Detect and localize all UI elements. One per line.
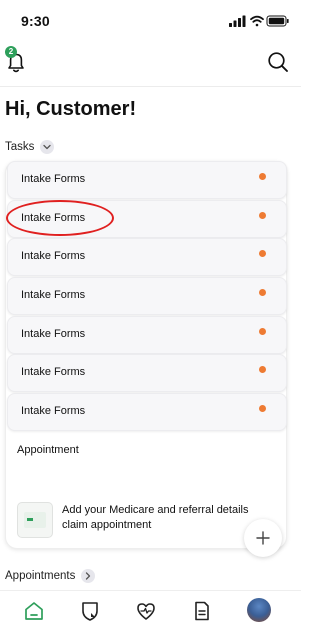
task-label: Intake Forms bbox=[21, 366, 86, 378]
tasks-label: Tasks bbox=[5, 141, 35, 153]
task-row[interactable]: Intake Forms bbox=[7, 277, 287, 315]
task-label: Intake Forms bbox=[21, 212, 86, 224]
appointment-title: Appointment bbox=[17, 444, 79, 456]
tasks-header[interactable]: Tasks bbox=[5, 139, 55, 155]
task-row[interactable]: Intake Forms bbox=[7, 354, 287, 392]
task-label: Intake Forms bbox=[21, 173, 86, 185]
status-dot bbox=[259, 250, 266, 257]
plus-icon bbox=[256, 531, 270, 545]
heart-pulse-icon[interactable] bbox=[135, 600, 157, 622]
task-label: Intake Forms bbox=[21, 289, 86, 301]
status-dot bbox=[259, 173, 266, 180]
task-row[interactable]: Intake Forms bbox=[7, 200, 287, 238]
task-row[interactable]: Intake Forms bbox=[7, 161, 287, 199]
task-label: Intake Forms bbox=[21, 328, 86, 340]
task-row[interactable]: Intake Forms bbox=[7, 393, 287, 431]
shield-icon[interactable] bbox=[79, 600, 101, 622]
task-row[interactable]: Intake Forms bbox=[7, 238, 287, 276]
signal-icon bbox=[229, 15, 246, 27]
status-dot bbox=[259, 405, 266, 412]
status-icons bbox=[229, 15, 289, 27]
appointments-header[interactable]: Appointments bbox=[5, 568, 96, 584]
add-button[interactable] bbox=[244, 519, 282, 557]
tab-bar bbox=[0, 590, 301, 636]
task-row[interactable]: Intake Forms bbox=[7, 316, 287, 354]
notification-badge: 2 bbox=[5, 46, 17, 58]
task-label: Intake Forms bbox=[21, 405, 86, 417]
status-dot bbox=[259, 366, 266, 373]
greeting-title: Hi, Customer! bbox=[5, 98, 137, 120]
status-dot bbox=[259, 289, 266, 296]
status-bar: 9:30 bbox=[0, 0, 301, 40]
battery-icon bbox=[266, 15, 289, 27]
document-icon[interactable] bbox=[191, 600, 213, 622]
status-dot bbox=[259, 212, 266, 219]
medicare-card-icon bbox=[17, 502, 53, 538]
task-label: Intake Forms bbox=[21, 250, 86, 262]
avatar[interactable] bbox=[247, 598, 271, 622]
wifi-icon bbox=[250, 15, 264, 27]
home-icon[interactable] bbox=[23, 600, 45, 622]
appointments-label: Appointments bbox=[5, 570, 76, 582]
chevron-down-icon[interactable] bbox=[40, 140, 55, 154]
status-dot bbox=[259, 328, 266, 335]
header: 2 bbox=[0, 40, 301, 87]
search-icon[interactable] bbox=[267, 51, 289, 73]
status-time: 9:30 bbox=[21, 13, 50, 29]
appointment-prompt-line1: Add your Medicare and referral details bbox=[62, 504, 249, 516]
chevron-right-icon[interactable] bbox=[81, 569, 96, 583]
